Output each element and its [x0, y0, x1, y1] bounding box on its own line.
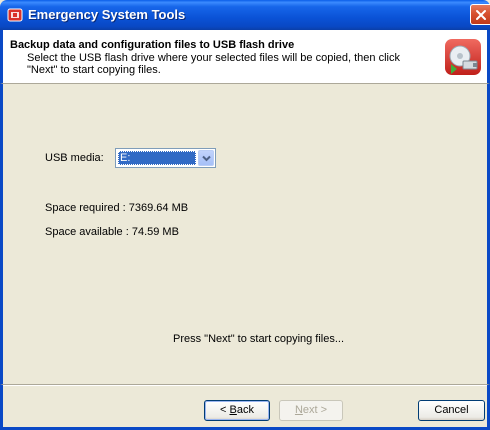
wizard-footer: < Back Next > Cancel [0, 384, 490, 430]
next-button-accesskey: N [294, 404, 303, 416]
header-description: Select the USB flash drive where your se… [27, 52, 400, 76]
chevron-down-icon [202, 155, 211, 162]
cancel-button[interactable]: Cancel [418, 400, 485, 421]
dialog-window: Emergency System Tools Backup data and c… [0, 0, 490, 430]
space-required-text: Space required : 7369.64 MB [45, 202, 189, 214]
next-button-label: ext > [302, 404, 328, 416]
usb-media-select[interactable]: E: [115, 148, 216, 168]
close-button[interactable] [470, 4, 490, 25]
header-title: Backup data and configuration files to U… [10, 39, 295, 51]
title-bar[interactable]: Emergency System Tools [0, 0, 490, 30]
usb-media-label: USB media: [45, 152, 104, 164]
dropdown-button[interactable] [198, 150, 214, 166]
window-title: Emergency System Tools [28, 7, 186, 22]
usb-backup-icon [445, 39, 481, 75]
wizard-header: Backup data and configuration files to U… [0, 30, 490, 84]
back-button-prefix: < [220, 404, 230, 416]
close-icon [476, 10, 486, 20]
next-button[interactable]: Next > [279, 400, 343, 421]
wizard-body: USB media: E: Space required : 7369.64 M… [0, 84, 490, 384]
back-button-accesskey: B [229, 404, 237, 416]
status-message: Press "Next" to start copying files... [173, 333, 345, 345]
app-icon [7, 8, 23, 22]
usb-media-value: E: [118, 151, 196, 165]
space-available-text: Space available : 74.59 MB [45, 226, 179, 238]
back-button[interactable]: < Back [204, 400, 270, 421]
back-button-label: ack [236, 404, 254, 416]
